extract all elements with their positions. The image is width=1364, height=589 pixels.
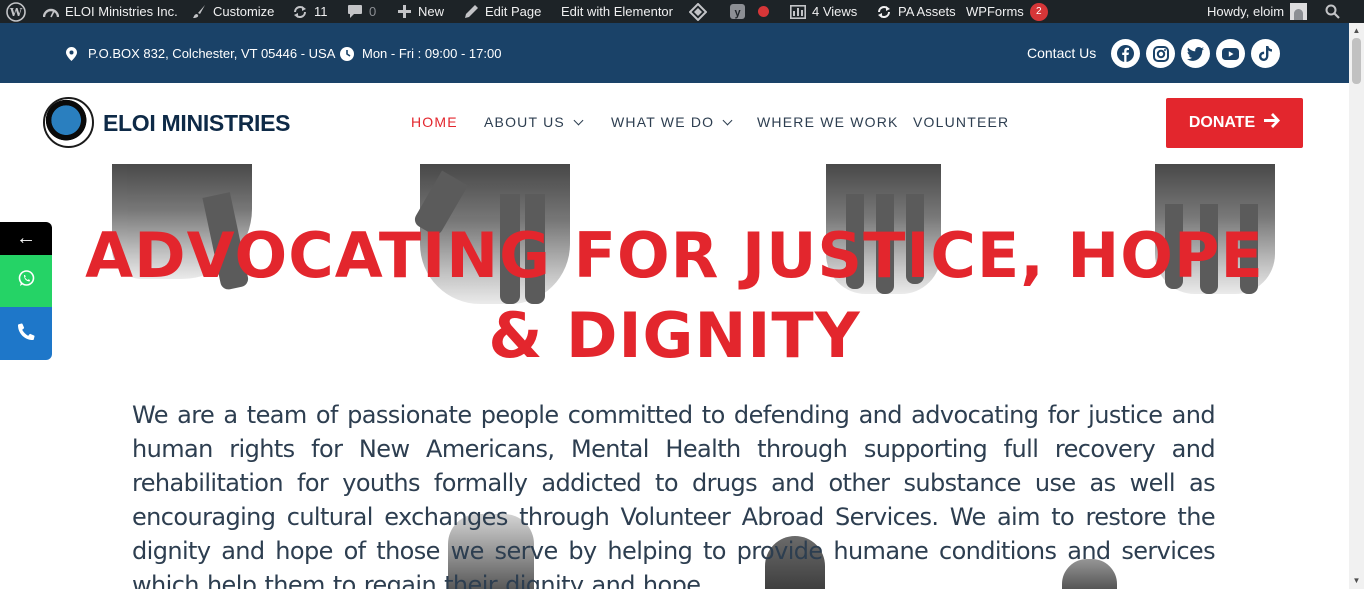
admin-site-name[interactable]: ELOI Ministries Inc. [43, 0, 178, 23]
admin-edit-elementor-label: Edit with Elementor [561, 4, 673, 19]
admin-edit-elementor[interactable]: Edit with Elementor [561, 0, 673, 23]
admin-updates-count: 11 [314, 4, 328, 19]
hero-title-line-1: ADVOCATING FOR JUSTICE, HOPE [85, 219, 1264, 292]
arrow-right-icon [1264, 113, 1281, 133]
nav-volunteer-label: VOLUNTEER [913, 114, 1010, 130]
hero-description: We are a team of passionate people commi… [132, 401, 1216, 589]
whatsapp-icon [18, 270, 35, 292]
scroll-up-icon[interactable]: ▲ [1352, 26, 1361, 35]
sync-icon [876, 4, 892, 20]
hours-text: Mon - Fri : 09:00 - 17:00 [362, 45, 502, 61]
nav-item-home[interactable]: HOME [411, 114, 458, 130]
pencil-icon [463, 4, 479, 20]
phone-button[interactable] [0, 307, 52, 360]
admin-account[interactable]: Howdy, eloim [1207, 0, 1308, 23]
diamond-plugin-icon[interactable] [689, 0, 707, 23]
arrow-left-icon: ← [16, 227, 36, 249]
avatar [1290, 3, 1308, 20]
site-logo-text[interactable]: ELOI MINISTRIES [103, 110, 290, 137]
address-text: P.O.BOX 832, Colchester, VT 05446 - USA [88, 45, 336, 61]
site-header: ELOI MINISTRIES HOME ABOUT US WHAT WE DO… [0, 83, 1349, 164]
admin-search-icon[interactable] [1325, 0, 1340, 23]
hero-section: ADVOCATING FOR JUSTICE, HOPE & DIGNITY W… [0, 164, 1349, 589]
hero-title: ADVOCATING FOR JUSTICE, HOPE & DIGNITY [0, 216, 1349, 376]
scroll-thumb[interactable] [1352, 38, 1361, 84]
youtube-icon[interactable] [1216, 39, 1245, 68]
top-info-bar: P.O.BOX 832, Colchester, VT 05446 - USA … [0, 23, 1349, 83]
svg-text:W: W [9, 6, 23, 19]
admin-bar: W ELOI Ministries Inc. Customize 11 0 Ne… [0, 0, 1364, 23]
chevron-down-icon [722, 115, 733, 125]
admin-customize[interactable]: Customize [191, 0, 274, 23]
admin-new-label: New [418, 4, 445, 19]
scroll-down-icon[interactable]: ▼ [1352, 576, 1361, 585]
admin-updates[interactable]: 11 [292, 0, 328, 23]
admin-edit-page-label: Edit Page [485, 4, 542, 19]
yoast-seo-icon[interactable]: y [729, 0, 769, 23]
tiktok-icon[interactable] [1251, 39, 1280, 68]
nav-home-label: HOME [411, 114, 458, 130]
svg-text:y: y [734, 7, 741, 19]
admin-views[interactable]: 4 Views [790, 0, 857, 23]
nav-what-we-do-label: WHAT WE DO [611, 114, 715, 130]
nav-where-we-work-label: WHERE WE WORK [757, 114, 899, 130]
plus-icon [396, 4, 412, 20]
wordpress-logo-icon[interactable]: W [6, 0, 26, 23]
admin-wpforms[interactable]: WPForms 2 [966, 0, 1048, 23]
map-pin-icon [66, 46, 79, 61]
admin-howdy-label: Howdy, eloim [1207, 4, 1285, 19]
facebook-icon[interactable] [1111, 39, 1140, 68]
admin-wpforms-label: WPForms [966, 4, 1024, 19]
nav-item-about-us[interactable]: ABOUT US [484, 114, 584, 130]
contact-us-link[interactable]: Contact Us [1027, 23, 1096, 83]
admin-comments[interactable]: 0 [347, 0, 376, 23]
admin-comments-count: 0 [369, 4, 377, 19]
page-scrollbar[interactable]: ▲ ▼ [1349, 23, 1364, 589]
instagram-icon[interactable] [1146, 39, 1175, 68]
donate-label: DONATE [1188, 114, 1256, 131]
comment-bubble-icon [347, 4, 363, 20]
admin-views-label: 4 Views [812, 4, 858, 19]
address-info: P.O.BOX 832, Colchester, VT 05446 - USA [66, 23, 335, 83]
views-chart-icon [790, 4, 806, 20]
clock-icon [340, 46, 354, 61]
wpforms-notification-badge: 2 [1029, 2, 1048, 21]
dashboard-gauge-icon [43, 4, 59, 20]
admin-new[interactable]: New [396, 0, 444, 23]
site-logo[interactable] [43, 97, 94, 148]
admin-pa-assets-label: PA Assets [898, 4, 956, 19]
side-collapse-button[interactable]: ← [0, 222, 52, 255]
refresh-icon [292, 4, 308, 20]
nav-item-where-we-work[interactable]: WHERE WE WORK [757, 114, 899, 130]
twitter-icon[interactable] [1181, 39, 1210, 68]
admin-site-name-label: ELOI Ministries Inc. [65, 4, 178, 19]
nav-item-what-we-do[interactable]: WHAT WE DO [611, 114, 733, 130]
brush-icon [191, 4, 207, 20]
whatsapp-button[interactable] [0, 255, 52, 307]
nav-about-label: ABOUT US [484, 114, 565, 130]
phone-icon [17, 322, 35, 345]
contact-us-label: Contact Us [1027, 45, 1097, 61]
admin-pa-assets[interactable]: PA Assets [876, 0, 956, 23]
hours-info: Mon - Fri : 09:00 - 17:00 [340, 23, 501, 83]
donate-button[interactable]: DONATE [1166, 98, 1303, 148]
chevron-down-icon [573, 115, 584, 125]
seo-status-dot [758, 6, 769, 17]
hero-title-line-2: & DIGNITY [488, 299, 861, 372]
admin-customize-label: Customize [213, 4, 275, 19]
admin-edit-page[interactable]: Edit Page [463, 0, 541, 23]
nav-item-volunteer[interactable]: VOLUNTEER [913, 114, 1009, 130]
